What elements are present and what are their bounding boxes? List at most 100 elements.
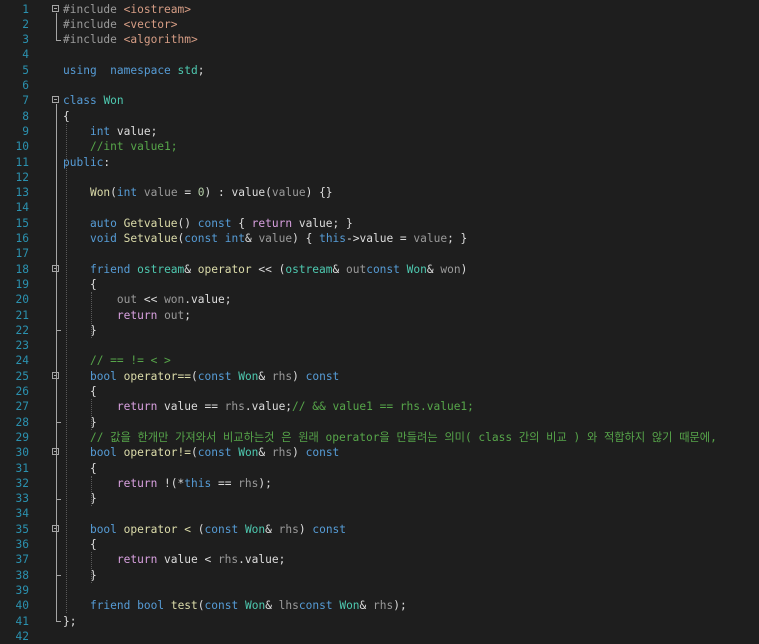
code-token: int: [224, 232, 245, 245]
code-text: {: [63, 277, 97, 292]
code-line[interactable]: 24 // == != < >: [0, 353, 759, 368]
code-line[interactable]: 9 int value;: [0, 124, 759, 139]
code-text: // == != < >: [63, 353, 171, 368]
code-line[interactable]: 27 return value == rhs.value;// && value…: [0, 399, 759, 414]
code-line[interactable]: 28 }: [0, 415, 759, 430]
code-token: won: [440, 262, 461, 276]
code-text: bool operator==(const Won& rhs) const: [63, 369, 339, 384]
code-line[interactable]: 5 using namespace std;: [0, 63, 759, 78]
code-line[interactable]: 8{: [0, 109, 759, 124]
code-token: {: [63, 385, 97, 398]
code-token: {: [63, 538, 97, 551]
code-line[interactable]: 18 friend ostream& operator << (ostream&…: [0, 262, 759, 277]
indent-guide: [91, 552, 92, 583]
code-token: (: [191, 522, 205, 536]
code-line[interactable]: 10 //int value1;: [0, 139, 759, 154]
code-line[interactable]: 30 bool operator!=(const Won& rhs) const: [0, 445, 759, 460]
code-token: return: [116, 476, 158, 490]
code-text: class Won: [63, 93, 124, 108]
code-line[interactable]: 29 // 값을 한개만 가져와서 비교하는것 은 원래 operator을 만…: [0, 430, 759, 445]
code-token: ) {}: [305, 186, 333, 200]
code-line[interactable]: 22 }: [0, 323, 759, 338]
code-token: &: [184, 262, 198, 276]
code-text: //int value1;: [63, 139, 178, 154]
code-token: operator: [197, 262, 252, 276]
fold-region-line: [56, 12, 57, 40]
code-text: // 값을 한개만 가져와서 비교하는것 은 원래 operator을 만들려는…: [63, 430, 717, 445]
code-line[interactable]: 31 {: [0, 461, 759, 476]
code-token: rhs: [278, 522, 299, 536]
line-number: 34: [15, 507, 29, 521]
code-line[interactable]: 21 return out;: [0, 308, 759, 323]
code-text: {: [63, 384, 97, 399]
code-line[interactable]: 7 class Won: [0, 93, 759, 108]
code-token: Won: [406, 262, 427, 276]
code-line[interactable]: 36 {: [0, 537, 759, 552]
code-token: .value;: [184, 293, 232, 307]
code-line[interactable]: 39: [0, 583, 759, 598]
line-number: 6: [22, 79, 29, 92]
code-line[interactable]: 12: [0, 170, 759, 185]
code-token: rhs: [224, 400, 245, 414]
code-line[interactable]: 19 {: [0, 277, 759, 292]
code-line[interactable]: 1 #include <iostream>: [0, 2, 759, 17]
code-line[interactable]: 17: [0, 246, 759, 261]
line-number: 22: [15, 323, 29, 337]
code-line[interactable]: 20 out << won.value;: [0, 292, 759, 307]
code-line[interactable]: 23: [0, 338, 759, 353]
collapse-minus-icon[interactable]: [52, 4, 59, 12]
code-token: 0: [197, 186, 205, 200]
code-token: // 값을 한개만 가져와서 비교하는것 은 원래 operator을 만들려는…: [89, 430, 717, 444]
code-line[interactable]: 41};: [0, 614, 759, 629]
code-line[interactable]: 15 auto Getvalue() const { return value;…: [0, 216, 759, 231]
code-token: &: [258, 369, 272, 383]
line-number: 25: [15, 369, 29, 383]
code-line[interactable]: 16 void Setvalue(const int& value) { thi…: [0, 231, 759, 246]
code-token: //int value1;: [89, 140, 178, 154]
code-token: value: [258, 232, 293, 245]
line-number: 35: [15, 522, 29, 536]
code-token: &: [265, 522, 279, 536]
code-token: value: [271, 186, 306, 200]
code-text: return value == rhs.value;// && value1 =…: [63, 399, 474, 414]
code-line[interactable]: 33 }: [0, 491, 759, 506]
code-text: {: [63, 109, 70, 124]
code-token: // == != < >: [89, 354, 171, 368]
code-line[interactable]: 34: [0, 506, 759, 521]
code-text: {: [63, 461, 97, 476]
code-line[interactable]: 6: [0, 78, 759, 93]
code-line[interactable]: 38 }: [0, 568, 759, 583]
code-token: this: [319, 232, 347, 245]
code-line[interactable]: 42: [0, 629, 759, 644]
code-line[interactable]: 2 #include <vector>: [0, 17, 759, 32]
code-line[interactable]: 4: [0, 47, 759, 62]
code-token: const: [204, 599, 239, 613]
code-line[interactable]: 11 public:: [0, 155, 759, 170]
code-line[interactable]: 14: [0, 200, 759, 215]
code-line[interactable]: 32 return !(*this == rhs);: [0, 476, 759, 491]
code-line[interactable]: 3 #include <algorithm>: [0, 32, 759, 47]
line-number: 18: [15, 262, 29, 276]
code-line[interactable]: 37 return value < rhs.value;: [0, 552, 759, 567]
code-line[interactable]: 13 Won(int value = 0) : value(value) {}: [0, 185, 759, 200]
code-token: Won: [238, 446, 259, 460]
code-line[interactable]: 35 bool operator < (const Won& rhs) cons…: [0, 522, 759, 537]
code-editor[interactable]: 1 #include <iostream> 2 #include <vector> 3 #…: [0, 0, 759, 643]
collapse-minus-icon[interactable]: [52, 96, 59, 104]
code-token: using: [63, 63, 97, 77]
code-line[interactable]: 40 friend bool test(const Won& lhsconst …: [0, 598, 759, 613]
code-line[interactable]: 25 bool operator==(const Won& rhs) const: [0, 369, 759, 384]
code-token: bool: [89, 446, 117, 460]
line-number: 31: [15, 461, 29, 475]
code-token: &: [265, 599, 279, 613]
code-token: :: [103, 155, 111, 169]
line-number: 20: [15, 293, 29, 307]
code-line[interactable]: 26 {: [0, 384, 759, 399]
code-text: auto Getvalue() const { return value; }: [63, 216, 353, 231]
